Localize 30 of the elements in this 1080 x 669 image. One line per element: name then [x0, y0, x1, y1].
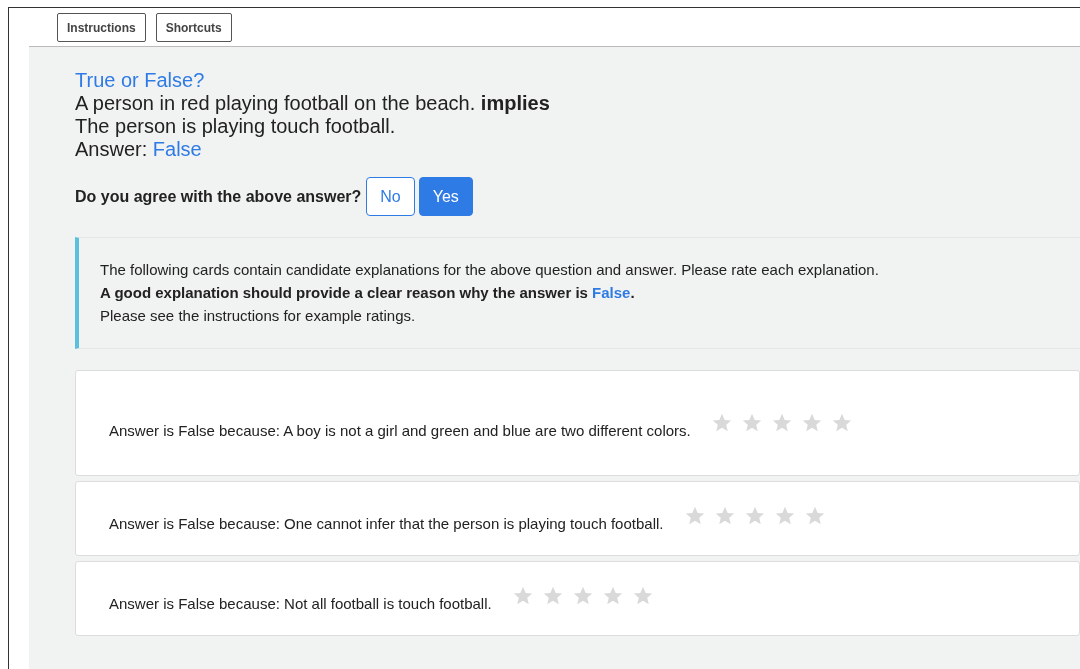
toolbar-button[interactable]: Shortcuts	[155, 13, 232, 42]
notice-emphasis: A good explanation should provide a clear reason why the answer is False.	[100, 283, 635, 303]
explanation-text: Answer is False because: Not all football is touch football.	[109, 593, 492, 614]
star-icon[interactable]	[631, 585, 654, 607]
explanation-text: Answer is False because: A boy is not a girl and green and blue are two different colors.	[109, 420, 691, 441]
star-icon[interactable]	[541, 585, 564, 607]
question-title: True or False?	[75, 69, 205, 92]
star-icon[interactable]	[710, 412, 733, 434]
star-icon[interactable]	[571, 585, 594, 607]
premise-text: A person in red playing football on the beach. implies	[75, 92, 550, 115]
agree-option[interactable]: Yes	[418, 177, 473, 216]
star-icon[interactable]	[803, 505, 826, 527]
star-icon[interactable]	[770, 412, 793, 434]
star-icon[interactable]	[683, 505, 706, 527]
star-icon[interactable]	[773, 505, 796, 527]
star-icon[interactable]	[740, 412, 763, 434]
notice-text: Please see the instructions for example ratings.	[100, 306, 416, 326]
answer-text: Answer: False	[75, 138, 202, 161]
explanation-text: Answer is False because: One cannot infer that the person is playing touch football.	[109, 513, 664, 534]
star-icon[interactable]	[511, 585, 534, 607]
notice-text: The following cards contain candidate explanations for the above question and answer. Please rate each explanation.	[100, 260, 879, 280]
star-icon[interactable]	[800, 412, 823, 434]
agree-option[interactable]: No	[366, 177, 415, 216]
star-icon[interactable]	[743, 505, 766, 527]
agree-prompt: Do you agree with the above answer?	[75, 186, 362, 207]
star-icon[interactable]	[830, 412, 853, 434]
toolbar-button[interactable]: Instructions	[57, 13, 146, 42]
star-icon[interactable]	[601, 585, 624, 607]
hypothesis-text: The person is playing touch football.	[75, 115, 396, 138]
star-icon[interactable]	[713, 505, 736, 527]
